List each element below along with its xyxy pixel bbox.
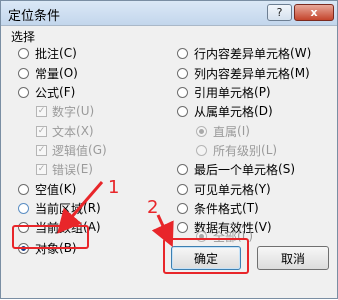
radio-icon[interactable] — [177, 86, 188, 98]
checkbox-text[interactable]: ✓ 文本 (X) — [36, 122, 94, 140]
option-conditional-formats[interactable]: 条件格式 (T) — [177, 199, 259, 217]
option-blanks[interactable]: 空值 (K) — [18, 180, 76, 198]
annotation-box-objects — [12, 225, 89, 249]
checkbox-logicals[interactable]: ✓ 逻辑值 (G) — [36, 141, 107, 159]
radio-icon[interactable] — [18, 183, 29, 195]
option-all-levels[interactable]: 所有级别 (L) — [196, 141, 277, 159]
annotation-arrow-2 — [151, 214, 174, 248]
annotation-box-ok — [163, 238, 249, 274]
option-last-cell[interactable]: 最后一个单元格 (S) — [177, 160, 295, 178]
radio-icon[interactable] — [177, 183, 188, 195]
option-formulas[interactable]: 公式 (F) — [18, 83, 75, 101]
checkbox-numbers[interactable]: ✓ 数字 (U) — [36, 102, 94, 120]
title-bar: 定位条件 ? x — [1, 1, 337, 26]
radio-icon[interactable] — [177, 47, 188, 59]
radio-icon[interactable] — [177, 221, 188, 233]
dialog-title: 定位条件 — [8, 9, 61, 24]
checkbox-icon[interactable]: ✓ — [36, 105, 47, 117]
option-comments[interactable]: 批注 (C) — [18, 44, 77, 62]
help-button[interactable]: ? — [267, 4, 292, 21]
option-precedents[interactable]: 引用单元格 (P) — [177, 83, 271, 101]
checkbox-icon[interactable]: ✓ — [36, 144, 47, 156]
option-row-differences[interactable]: 行内容差异单元格 (W) — [177, 44, 311, 62]
option-direct-only[interactable]: 直属 (I) — [196, 122, 250, 140]
radio-icon[interactable] — [177, 202, 188, 214]
option-dependents[interactable]: 从属单元格 (D) — [177, 102, 273, 120]
cancel-button[interactable]: 取消 — [257, 246, 329, 270]
radio-selected-icon[interactable] — [196, 125, 207, 137]
radio-icon[interactable] — [18, 47, 29, 59]
option-current-region[interactable]: 当前区域 (R) — [18, 199, 101, 217]
checkbox-icon[interactable]: ✓ — [36, 163, 47, 175]
close-button[interactable]: x — [294, 4, 334, 21]
annotation-step-2: 2 — [147, 197, 159, 218]
go-to-special-dialog: 定位条件 ? x 选择 批注 (C) 常量 (O) 公式 (F) ✓ 数字 (U) ✓ … — [0, 0, 338, 299]
radio-icon[interactable] — [18, 86, 29, 98]
option-column-differences[interactable]: 列内容差异单元格 (M) — [177, 64, 310, 82]
radio-icon[interactable] — [18, 67, 29, 79]
annotation-step-1: 1 — [108, 177, 120, 198]
radio-icon[interactable] — [18, 202, 29, 214]
option-visible-cells[interactable]: 可见单元格 (Y) — [177, 180, 271, 198]
radio-icon[interactable] — [177, 105, 188, 117]
checkbox-errors[interactable]: ✓ 错误 (E) — [36, 160, 93, 178]
checkbox-icon[interactable]: ✓ — [36, 125, 47, 137]
radio-icon[interactable] — [196, 144, 207, 156]
radio-icon[interactable] — [177, 67, 188, 79]
radio-icon[interactable] — [177, 163, 188, 175]
group-label-select: 选择 — [11, 30, 36, 44]
option-constants[interactable]: 常量 (O) — [18, 64, 78, 82]
